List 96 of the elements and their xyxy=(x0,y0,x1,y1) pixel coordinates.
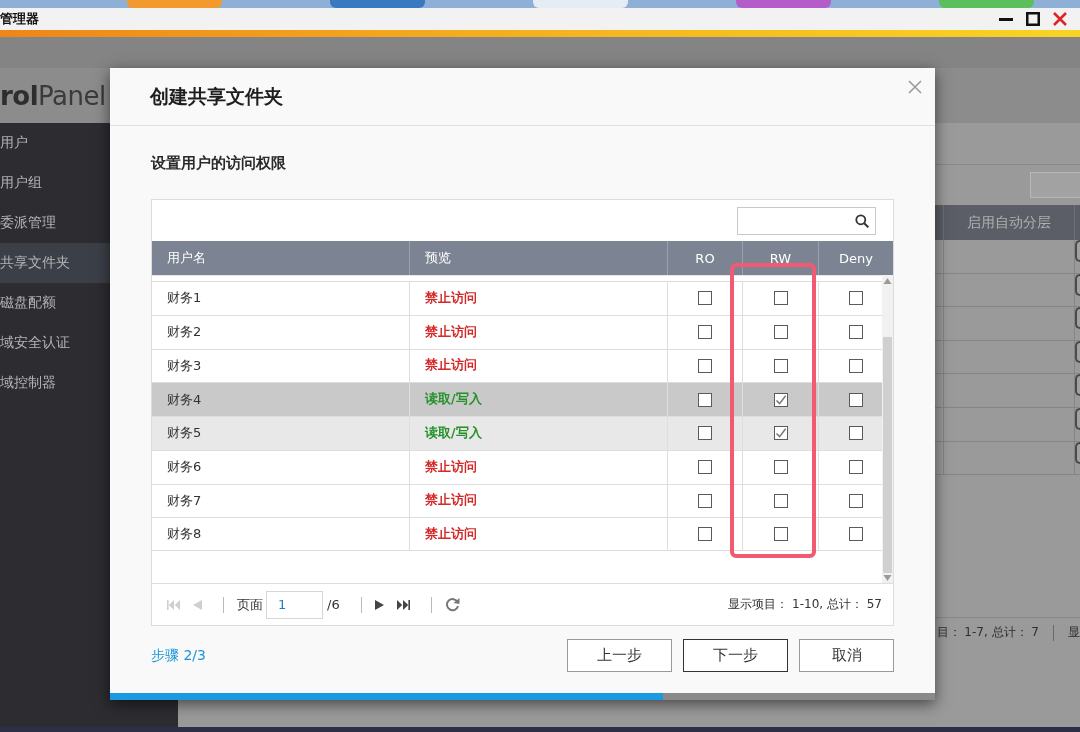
close-icon[interactable] xyxy=(908,80,922,94)
close-icon[interactable] xyxy=(1053,12,1067,26)
status-text: 目： 1-7, 总计： 7 xyxy=(936,624,1039,641)
page-label: 页面 xyxy=(237,595,263,614)
page-input[interactable]: 1 xyxy=(266,590,323,619)
item-count: 显示项目： 1-10, 总计： 57 xyxy=(728,596,882,613)
table-row[interactable]: 财务6 禁止访问 xyxy=(152,449,882,484)
checkbox[interactable] xyxy=(773,358,788,373)
checkbox[interactable] xyxy=(698,392,712,407)
checkbox[interactable] xyxy=(848,493,863,508)
checkbox[interactable] xyxy=(848,527,863,542)
dialog-button[interactable]: 下一步 xyxy=(683,639,788,672)
checkbox[interactable] xyxy=(848,392,863,407)
checkbox[interactable] xyxy=(698,426,712,441)
app-tile-icon[interactable] xyxy=(533,0,628,8)
search-field[interactable] xyxy=(737,206,876,235)
table-row[interactable]: 财务2 禁止访问 xyxy=(152,314,882,349)
dialog-title: 创建共享文件夹 xyxy=(150,83,283,109)
sidebar-item[interactable]: 委派管理 xyxy=(0,203,110,243)
refresh-icon[interactable] xyxy=(444,597,460,612)
sidebar-item[interactable]: 磁盘配额 xyxy=(0,283,110,323)
access-label: 禁止访问 xyxy=(425,458,477,476)
table-row[interactable]: 财务4 读取/写入 xyxy=(152,382,882,416)
search-icon[interactable] xyxy=(855,213,869,228)
user-name: 财务2 xyxy=(167,323,202,342)
checkbox[interactable] xyxy=(773,426,788,441)
search-field[interactable] xyxy=(1030,172,1080,198)
checkbox[interactable] xyxy=(698,291,712,306)
dialog-button[interactable]: 取消 xyxy=(799,639,894,672)
step-indicator: 步骤 2/3 xyxy=(151,646,206,665)
table-row[interactable]: 财务5 读取/写入 xyxy=(152,416,882,450)
sidebar-item[interactable]: 用户 xyxy=(0,123,110,163)
row-button[interactable] xyxy=(1075,340,1080,363)
user-name: 财务5 xyxy=(167,424,202,443)
section-heading: 设置用户的访问权限 xyxy=(151,153,287,173)
checkbox[interactable] xyxy=(698,358,712,373)
last-page-icon[interactable] xyxy=(396,599,410,610)
table-row[interactable]: 财务8 禁止访问 xyxy=(152,517,882,551)
row-button[interactable] xyxy=(1075,407,1080,430)
user-name: 财务4 xyxy=(167,390,202,409)
user-name: 财务3 xyxy=(167,356,202,375)
checkbox[interactable] xyxy=(773,325,788,340)
next-page-icon[interactable] xyxy=(374,599,384,610)
checkbox[interactable] xyxy=(848,460,863,475)
table-row[interactable]: 财务7 禁止访问 xyxy=(152,483,882,518)
column-header: 用户名 xyxy=(166,249,207,267)
sidebar-item[interactable]: 用户组 xyxy=(0,163,110,203)
access-label: 禁止访问 xyxy=(425,525,477,543)
window-title: 管理器 xyxy=(0,10,39,28)
user-name: 财务6 xyxy=(167,458,202,477)
checkbox[interactable] xyxy=(773,392,788,407)
sidebar-item[interactable]: 域安全认证 xyxy=(0,323,110,363)
checkbox[interactable] xyxy=(773,460,788,475)
user-name: 财务7 xyxy=(167,491,202,510)
app-tile-icon[interactable] xyxy=(939,0,1034,8)
checkbox[interactable] xyxy=(773,291,788,306)
row-button[interactable] xyxy=(1075,441,1080,464)
table-row[interactable]: 财务3 禁止访问 xyxy=(152,348,882,383)
column-header: RO xyxy=(667,241,742,275)
user-name: 财务8 xyxy=(167,525,202,544)
app-tile-icon[interactable] xyxy=(330,0,425,8)
user-name: 财务1 xyxy=(167,289,202,308)
access-label: 读取/写入 xyxy=(425,391,482,409)
sidebar-item[interactable]: 共享文件夹 xyxy=(0,243,110,283)
checkbox[interactable] xyxy=(773,527,788,542)
status-text: 显 xyxy=(1068,624,1080,641)
column-header: 预览 xyxy=(409,241,667,275)
column-header: RW xyxy=(742,241,818,275)
dialog-button[interactable]: 上一步 xyxy=(567,639,672,672)
checkbox[interactable] xyxy=(698,460,712,475)
checkbox[interactable] xyxy=(848,325,863,340)
row-button[interactable] xyxy=(1075,307,1080,330)
column-header: 启用自动分层 xyxy=(943,205,1075,240)
row-button[interactable] xyxy=(1075,374,1080,397)
checkbox[interactable] xyxy=(848,426,863,441)
checkbox[interactable] xyxy=(698,527,712,542)
page-total: /6 xyxy=(327,597,340,612)
access-label: 读取/写入 xyxy=(425,424,482,442)
scrollbar[interactable] xyxy=(882,275,893,583)
access-label: 禁止访问 xyxy=(425,323,477,341)
row-button[interactable] xyxy=(1075,240,1080,262)
access-label: 禁止访问 xyxy=(425,289,477,307)
checkbox[interactable] xyxy=(773,493,788,508)
app-tile-icon[interactable] xyxy=(736,0,831,8)
panel-title: rolPanel xyxy=(0,80,106,111)
row-button[interactable] xyxy=(1075,273,1080,296)
checkbox[interactable] xyxy=(698,325,712,340)
checkbox[interactable] xyxy=(848,358,863,373)
access-label: 禁止访问 xyxy=(425,357,477,375)
sidebar-item[interactable]: 域控制器 xyxy=(0,363,110,403)
table-row[interactable]: 财务1 禁止访问 xyxy=(152,281,882,315)
checkbox[interactable] xyxy=(848,291,863,306)
maximize-icon[interactable] xyxy=(1026,12,1040,26)
checkbox[interactable] xyxy=(698,493,712,508)
app-tile-icon[interactable] xyxy=(127,0,222,8)
access-label: 禁止访问 xyxy=(425,492,477,510)
